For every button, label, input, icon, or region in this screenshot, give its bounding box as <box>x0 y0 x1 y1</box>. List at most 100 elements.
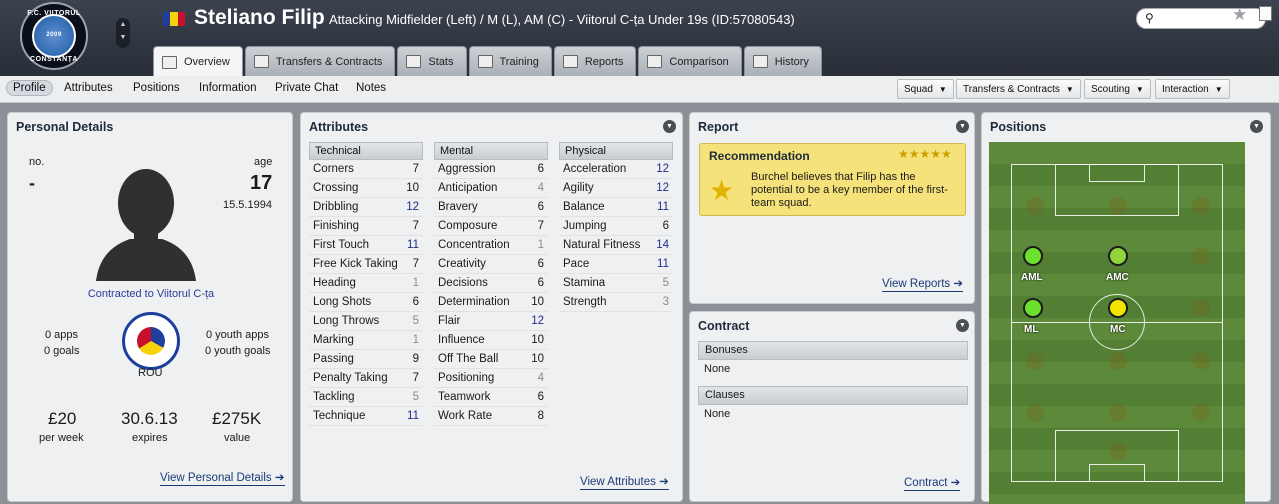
attribute-row[interactable]: Concentration 1 <box>434 236 548 255</box>
tab-reports[interactable]: Reports <box>553 46 637 76</box>
attribute-row[interactable]: Bravery 6 <box>434 198 548 217</box>
tab-training[interactable]: Training <box>468 46 552 76</box>
tab-overview[interactable]: Overview <box>153 46 243 77</box>
attribute-row[interactable]: Corners 7 <box>309 160 423 179</box>
notes-icon[interactable] <box>1259 6 1272 21</box>
panel-menu-icon[interactable]: ▼ <box>1250 120 1263 133</box>
attribute-row[interactable]: Agility 12 <box>559 179 673 198</box>
attribute-row[interactable]: Balance 11 <box>559 198 673 217</box>
attribute-name: Composure <box>438 220 498 232</box>
attribute-row[interactable]: Strength 3 <box>559 293 673 312</box>
attribute-name: Balance <box>563 201 605 213</box>
attribute-row[interactable]: Positioning 4 <box>434 369 548 388</box>
attribute-row[interactable]: Penalty Taking 7 <box>309 369 423 388</box>
attribute-value: 1 <box>412 334 419 346</box>
attribute-row[interactable]: Free Kick Taking 7 <box>309 255 423 274</box>
attribute-row[interactable]: Creativity 6 <box>434 255 548 274</box>
arrow-right-icon: ➔ <box>274 472 285 484</box>
star-icon: ★ <box>709 175 735 206</box>
player-nav-stepper[interactable]: ▲ ▼ <box>116 18 130 48</box>
contract-link[interactable]: Contract ➔ <box>904 477 961 491</box>
player-silhouette <box>86 153 206 281</box>
attribute-value: 6 <box>537 201 544 213</box>
chevron-up-icon[interactable]: ▲ <box>116 18 130 31</box>
attribute-row[interactable]: Tackling 5 <box>309 388 423 407</box>
tab-icon <box>477 55 493 68</box>
report-panel: Report ▼ Recommendation ★★★★★ ★ Burchel … <box>689 112 975 304</box>
dropdown-label: Transfers & Contracts <box>963 83 1060 95</box>
attribute-row[interactable]: Determination 10 <box>434 293 548 312</box>
tab-label: Overview <box>184 56 230 68</box>
attribute-row[interactable]: Influence 10 <box>434 331 548 350</box>
tab-comparison[interactable]: Comparison <box>638 46 742 76</box>
panel-title: Report <box>698 120 739 134</box>
position-slot <box>1192 352 1210 370</box>
attribute-value: 12 <box>406 201 419 213</box>
attribute-row[interactable]: Finishing 7 <box>309 217 423 236</box>
attribute-row[interactable]: Heading 1 <box>309 274 423 293</box>
attribute-row[interactable]: Long Throws 5 <box>309 312 423 331</box>
tab-label: History <box>774 55 809 68</box>
attribute-row[interactable]: Dribbling 12 <box>309 198 423 217</box>
transfers-contracts-dropdown[interactable]: Transfers & Contracts ▼ <box>956 79 1081 99</box>
panel-menu-icon[interactable]: ▼ <box>956 120 969 133</box>
attribute-row[interactable]: Passing 9 <box>309 350 423 369</box>
attribute-row[interactable]: Aggression 6 <box>434 160 548 179</box>
attribute-name: Crossing <box>313 182 359 194</box>
attribute-row[interactable]: First Touch 11 <box>309 236 423 255</box>
position-slot <box>1109 442 1127 460</box>
attribute-row[interactable]: Long Shots 6 <box>309 293 423 312</box>
attribute-row[interactable]: Teamwork 6 <box>434 388 548 407</box>
subnav-notes[interactable]: Notes <box>350 81 392 95</box>
attribute-value: 7 <box>412 258 419 270</box>
attribute-row[interactable]: Natural Fitness 14 <box>559 236 673 255</box>
view-attributes-link[interactable]: View Attributes ➔ <box>580 476 669 490</box>
tab-transfers-contracts[interactable]: Transfers & Contracts <box>244 46 396 76</box>
tab-history[interactable]: History <box>743 46 822 76</box>
dropdown-label: Scouting <box>1091 83 1130 95</box>
scouting-dropdown[interactable]: Scouting ▼ <box>1084 79 1151 99</box>
contract-panel: Contract ▼ Bonuses None Clauses None Con… <box>689 311 975 502</box>
attribute-row[interactable]: Work Rate 8 <box>434 407 548 426</box>
federation-badge <box>122 312 180 370</box>
chevron-down-icon: ▼ <box>938 84 947 94</box>
attribute-name: Penalty Taking <box>313 372 388 384</box>
header: F.C. VIITORUL 2009 CONSTANȚA ▲ ▼ Steliano… <box>0 0 1279 77</box>
attribute-row[interactable]: Decisions 6 <box>434 274 548 293</box>
panel-menu-icon[interactable]: ▼ <box>956 319 969 332</box>
interaction-dropdown[interactable]: Interaction ▼ <box>1155 79 1230 99</box>
club-badge[interactable]: F.C. VIITORUL 2009 CONSTANȚA <box>20 2 88 70</box>
view-personal-details-link[interactable]: View Personal Details ➔ <box>160 472 285 486</box>
attribute-value: 11 <box>407 239 419 251</box>
tab-icon <box>406 55 422 68</box>
subnav-profile[interactable]: Profile <box>6 80 53 96</box>
attribute-row[interactable]: Technique 11 <box>309 407 423 426</box>
attribute-row[interactable]: Acceleration 12 <box>559 160 673 179</box>
tab-stats[interactable]: Stats <box>397 46 467 76</box>
attribute-row[interactable]: Off The Ball 10 <box>434 350 548 369</box>
subnav-attributes[interactable]: Attributes <box>58 81 119 95</box>
contract-club-link[interactable]: Contracted to Viitorul C-ța <box>8 288 294 300</box>
star-icon[interactable]: ★ <box>1232 5 1247 25</box>
attribute-name: Pace <box>563 258 590 270</box>
attribute-value: 6 <box>662 220 669 232</box>
subnav-information[interactable]: Information <box>193 81 263 95</box>
attribute-row[interactable]: Composure 7 <box>434 217 548 236</box>
panel-menu-icon[interactable]: ▼ <box>663 120 676 133</box>
attribute-row[interactable]: Stamina 5 <box>559 274 673 293</box>
attribute-row[interactable]: Anticipation 4 <box>434 179 548 198</box>
attribute-row[interactable]: Pace 11 <box>559 255 673 274</box>
subnav-private-chat[interactable]: Private Chat <box>269 81 344 95</box>
view-reports-link[interactable]: View Reports ➔ <box>882 278 964 292</box>
attribute-row[interactable]: Crossing 10 <box>309 179 423 198</box>
attribute-row[interactable]: Jumping 6 <box>559 217 673 236</box>
attribute-row[interactable]: Flair 12 <box>434 312 548 331</box>
shirt-number-label: no. <box>29 156 45 168</box>
subnav-positions[interactable]: Positions <box>127 81 186 95</box>
arrow-right-icon: ➔ <box>659 476 669 488</box>
squad-dropdown[interactable]: Squad ▼ <box>897 79 954 99</box>
player-name: Steliano Filip <box>194 6 325 29</box>
attribute-name: First Touch <box>313 239 370 251</box>
attribute-row[interactable]: Marking 1 <box>309 331 423 350</box>
chevron-down-icon[interactable]: ▼ <box>116 31 130 44</box>
